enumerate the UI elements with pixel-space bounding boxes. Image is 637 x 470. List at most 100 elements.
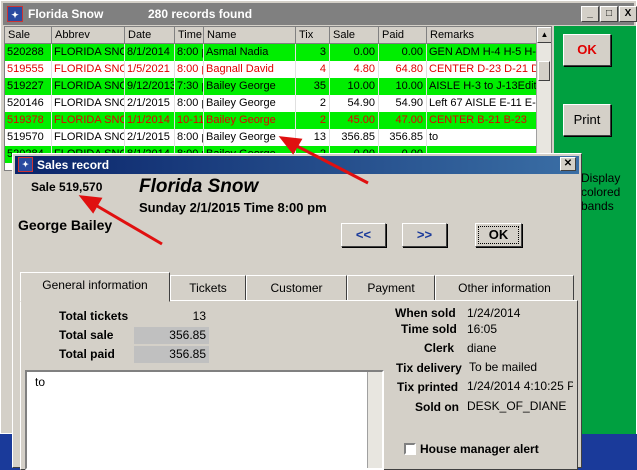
table-cell-abbrev: FLORIDA SNOW [52,78,125,95]
dialog-titlebar[interactable]: ✦ Sales record ✕ [15,156,579,174]
column-header-abbrev[interactable]: Abbrev [52,27,125,44]
next-record-button[interactable]: >> [402,223,447,247]
table-cell-remarks: CENTER B-21 B-23 [427,112,540,129]
table-cell-name: Bailey George [204,129,296,146]
minimize-button[interactable]: _ [581,6,599,22]
total-sale-label: Total sale [59,328,114,342]
maximize-button[interactable]: □ [600,6,618,22]
tix-delivery-label: Tix delivery [396,361,462,375]
table-row[interactable]: 519570FLORIDA SNOW2/1/20158:00 pmBailey … [5,129,540,146]
table-cell-sale: 519570 [5,129,52,146]
app-icon: ✦ [18,157,33,172]
table-cell-paid: 0.00 [379,44,427,61]
table-cell-abbrev: FLORIDA SNOW [52,112,125,129]
previous-record-button[interactable]: << [341,223,386,247]
table-cell-tix: 35 [296,78,330,95]
table-cell-abbrev: FLORIDA SNOW [52,129,125,146]
house-manager-alert-checkbox[interactable] [404,443,416,455]
total-sale-value: 356.85 [134,327,209,344]
table-cell-sale: 520146 [5,95,52,112]
grid-scrollbar[interactable]: ▲ [536,27,551,170]
time-sold-value: 16:05 [467,322,498,336]
tab-customer[interactable]: Customer [246,275,347,301]
column-header-sale[interactable]: Sale [5,27,52,44]
house-manager-alert-label: House manager alert [420,442,539,456]
table-cell-amount: 356.85 [330,129,379,146]
column-header-paid[interactable]: Paid [379,27,427,44]
sold-on-label: Sold on [415,400,459,414]
table-cell-abbrev: FLORIDA SNOW [52,44,125,61]
table-cell-name: Asmal Nadia [204,44,296,61]
table-row[interactable]: 519555FLORIDA SNOW1/5/20218:00 pmBagnall… [5,61,540,78]
clerk-value: diane [467,341,497,355]
table-cell-sale: 520288 [5,44,52,61]
table-cell-amount: 54.90 [330,95,379,112]
table-cell-date: 8/1/2014 [125,44,175,61]
table-cell-time: 8:00 pm [175,95,204,112]
total-tickets-value: 13 [192,309,206,323]
remarks-textarea[interactable]: to [25,370,384,470]
when-sold-label: When sold [395,306,456,320]
table-cell-tix: 3 [296,44,330,61]
table-row[interactable]: 519227FLORIDA SNOW9/12/20137:30 pmBailey… [5,78,540,95]
tab-payment[interactable]: Payment [347,275,435,301]
table-cell-paid: 356.85 [379,129,427,146]
record-count: 280 records found [148,7,253,21]
table-cell-date: 1/1/2014 [125,112,175,129]
tab-other-information[interactable]: Other information [435,275,574,301]
total-paid-label: Total paid [59,347,115,361]
column-header-tix[interactable]: Tix [296,27,330,44]
print-button[interactable]: Print [563,104,611,136]
records-window-titlebar[interactable]: ✦ Florida Snow 280 records found _ □ X [3,3,637,25]
sale-number: Sale 519,570 [31,180,103,194]
table-cell-time: 7:30 pm [175,78,204,95]
table-cell-remarks: Left 67 AISLE E-11 E-1 [427,95,540,112]
grid-header: Sale Abbrev Date Time Name Tix Sale Paid… [5,27,540,44]
records-grid[interactable]: Sale Abbrev Date Time Name Tix Sale Paid… [4,26,552,171]
column-header-amount[interactable]: Sale [330,27,379,44]
dialog-ok-button[interactable]: OK [475,223,522,247]
tab-general-information[interactable]: General information [20,272,170,302]
table-cell-paid: 47.00 [379,112,427,129]
tix-printed-label: Tix printed [397,380,459,394]
ok-button[interactable]: OK [563,34,611,66]
table-row[interactable]: 520288FLORIDA SNOW8/1/20148:00 pmAsmal N… [5,44,540,61]
column-header-time[interactable]: Time [175,27,204,44]
scroll-up-icon[interactable]: ▲ [537,27,551,43]
table-row[interactable]: 519378FLORIDA SNOW1/1/201410-11Bailey Ge… [5,112,540,129]
table-cell-name: Bagnall David [204,61,296,78]
column-header-remarks[interactable]: Remarks [427,27,540,44]
dialog-close-icon[interactable]: ✕ [560,157,576,171]
remarks-text: to [35,375,46,389]
table-cell-tix: 2 [296,95,330,112]
table-cell-time: 8:00 pm [175,129,204,146]
time-sold-label: Time sold [401,322,457,336]
total-paid-value: 356.85 [134,346,209,363]
clerk-label: Clerk [424,341,455,355]
table-cell-sale: 519378 [5,112,52,129]
table-cell-time: 8:00 pm [175,61,204,78]
table-cell-remarks: GEN ADM H-4 H-5 H-6 [427,44,540,61]
table-cell-tix: 4 [296,61,330,78]
table-cell-date: 9/12/2013 [125,78,175,95]
table-cell-paid: 64.80 [379,61,427,78]
table-cell-date: 2/1/2015 [125,129,175,146]
table-cell-date: 2/1/2015 [125,95,175,112]
app-icon: ✦ [7,6,23,22]
tab-tickets[interactable]: Tickets [170,275,246,301]
remarks-scrollbar[interactable] [367,372,382,468]
table-cell-tix: 13 [296,129,330,146]
table-cell-sale: 519555 [5,61,52,78]
column-header-name[interactable]: Name [204,27,296,44]
table-row[interactable]: 520146FLORIDA SNOW2/1/20158:00 pmBailey … [5,95,540,112]
scroll-thumb[interactable] [538,61,550,81]
table-cell-tix: 2 [296,112,330,129]
table-cell-remarks: AISLE H-3 to J-13Edite [427,78,540,95]
total-tickets-label: Total tickets [59,309,129,323]
sold-on-value: DESK_OF_DIANE [467,399,567,413]
table-cell-name: Bailey George [204,95,296,112]
column-header-date[interactable]: Date [125,27,175,44]
customer-name: George Bailey [18,217,113,233]
table-cell-amount: 45.00 [330,112,379,129]
close-button[interactable]: X [619,6,637,22]
